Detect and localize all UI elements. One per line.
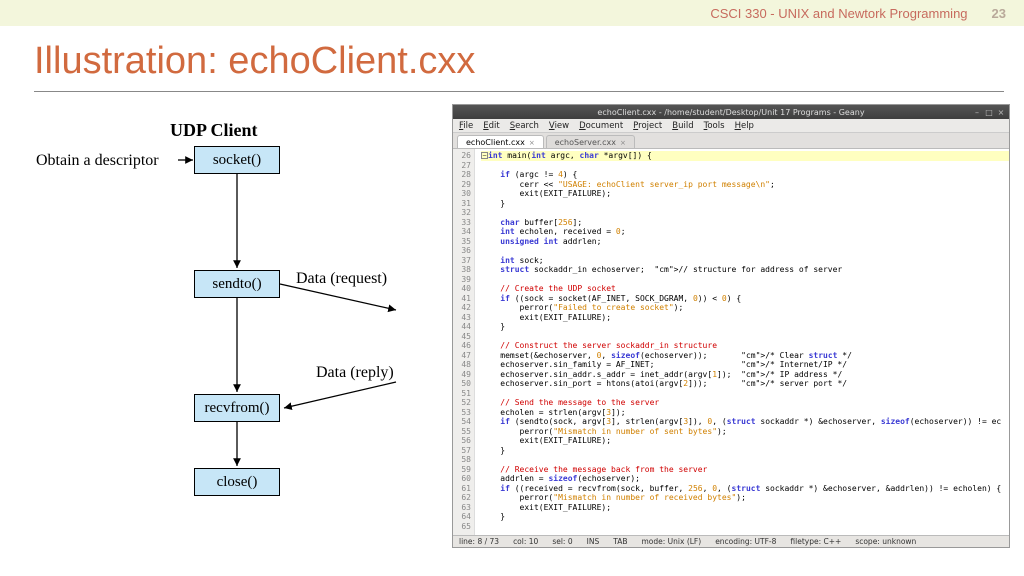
window-controls: – □ × <box>973 108 1005 117</box>
editor-code-area[interactable]: 26 27 28 29 30 31 32 33 34 35 36 37 38 3… <box>453 149 1009 535</box>
source-code[interactable]: –int main(int argc, char *argv[]) { if (… <box>475 149 1009 535</box>
menu-build[interactable]: Build <box>672 121 693 131</box>
status-line: line: 8 / 73 <box>459 537 499 546</box>
slide-content: UDP Client socket() sendto() recvfrom() … <box>0 92 1024 562</box>
menu-edit[interactable]: Edit <box>483 121 499 131</box>
flow-label-request: Data (request) <box>296 270 387 288</box>
menu-tools[interactable]: Tools <box>704 121 725 131</box>
minimize-icon[interactable]: – <box>973 108 981 117</box>
close-tab-icon[interactable]: × <box>529 139 535 147</box>
flow-label-reply: Data (reply) <box>316 364 394 382</box>
editor-titlebar: echoClient.cxx - /home/student/Desktop/U… <box>453 105 1009 119</box>
flow-box-sendto: sendto() <box>194 270 280 298</box>
status-filetype: filetype: C++ <box>790 537 841 546</box>
menu-file[interactable]: File <box>459 121 473 131</box>
status-scope: scope: unknown <box>855 537 916 546</box>
menu-search[interactable]: Search <box>510 121 539 131</box>
status-ins: INS <box>587 537 600 546</box>
editor-statusbar: line: 8 / 73 col: 10 sel: 0 INS TAB mode… <box>453 535 1009 547</box>
line-number-gutter: 26 27 28 29 30 31 32 33 34 35 36 37 38 3… <box>453 149 475 535</box>
editor-tabs: echoClient.cxx × echoServer.cxx × <box>453 133 1009 149</box>
status-tab: TAB <box>613 537 627 546</box>
status-encoding: encoding: UTF-8 <box>715 537 776 546</box>
menu-project[interactable]: Project <box>633 121 662 131</box>
slide-title: Illustration: echoClient.cxx <box>0 26 1024 91</box>
editor-window: echoClient.cxx - /home/student/Desktop/U… <box>452 104 1010 548</box>
udp-client-flowchart: UDP Client socket() sendto() recvfrom() … <box>0 112 420 542</box>
editor-menubar: File Edit Search View Document Project B… <box>453 119 1009 133</box>
tab-echoclient[interactable]: echoClient.cxx × <box>457 135 544 148</box>
editor-window-title: echoClient.cxx - /home/student/Desktop/U… <box>597 108 864 117</box>
flow-box-recvfrom: recvfrom() <box>194 394 280 422</box>
menu-view[interactable]: View <box>549 121 569 131</box>
tab-label: echoClient.cxx <box>466 138 525 147</box>
close-icon[interactable]: × <box>997 108 1005 117</box>
menu-document[interactable]: Document <box>579 121 623 131</box>
page-number: 23 <box>992 6 1006 21</box>
tab-label: echoServer.cxx <box>555 138 616 147</box>
flow-label-obtain: Obtain a descriptor <box>36 152 159 170</box>
flow-box-socket: socket() <box>194 146 280 174</box>
close-tab-icon[interactable]: × <box>620 139 626 147</box>
status-mode: mode: Unix (LF) <box>642 537 702 546</box>
menu-help[interactable]: Help <box>735 121 754 131</box>
course-label: CSCI 330 - UNIX and Newtork Programming <box>710 6 967 21</box>
status-col: col: 10 <box>513 537 538 546</box>
slide-header: CSCI 330 - UNIX and Newtork Programming … <box>0 0 1024 26</box>
status-sel: sel: 0 <box>552 537 572 546</box>
tab-echoserver[interactable]: echoServer.cxx × <box>546 135 635 148</box>
flow-box-close: close() <box>194 468 280 496</box>
maximize-icon[interactable]: □ <box>985 108 993 117</box>
